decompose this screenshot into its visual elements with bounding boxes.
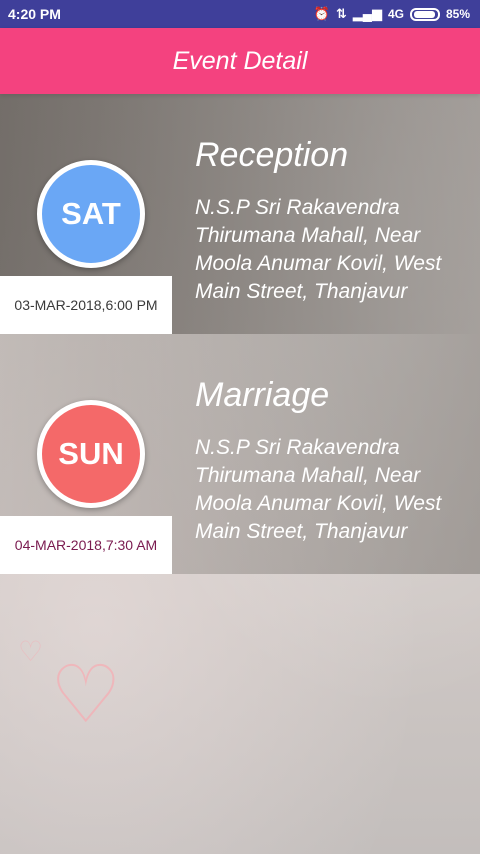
status-bar: 4:20 PM ⏰ ⇅ ▂▄▆ 4G 85% — [0, 0, 480, 28]
status-time: 4:20 PM — [8, 6, 61, 22]
event-card-marriage[interactable]: SUN 04-MAR-2018,7:30 AM Marriage N.S.P S… — [0, 334, 480, 574]
event-title: Reception — [195, 136, 349, 174]
event-date: 03-MAR-2018,6:00 PM — [0, 276, 172, 334]
day-badge: SAT — [37, 160, 145, 268]
day-badge: SUN — [37, 400, 145, 508]
app-bar: Event Detail — [0, 28, 480, 94]
event-title: Marriage — [195, 376, 330, 414]
heart-icon: ♡ — [18, 636, 44, 667]
battery-icon — [409, 7, 440, 21]
alarm-icon: ⏰ — [313, 6, 330, 21]
data-transfer-icon: ⇅ — [335, 6, 347, 21]
battery-level: 85% — [445, 7, 470, 21]
heart-icon: ♡ — [50, 650, 122, 739]
event-address: N.S.P Sri Rakavendra Thirumana Mahall, N… — [195, 196, 442, 303]
event-date: 04-MAR-2018,7:30 AM — [0, 516, 172, 574]
signal-icon: ▂▄▆ — [352, 6, 382, 21]
network-type: 4G — [387, 7, 404, 21]
status-icons: ⏰ ⇅ ▂▄▆ 4G 85% — [314, 6, 470, 22]
event-address: N.S.P Sri Rakavendra Thirumana Mahall, N… — [195, 436, 442, 543]
event-card-reception[interactable]: SAT 03-MAR-2018,6:00 PM Reception N.S.P … — [0, 94, 480, 334]
page-title: Event Detail — [172, 46, 308, 75]
